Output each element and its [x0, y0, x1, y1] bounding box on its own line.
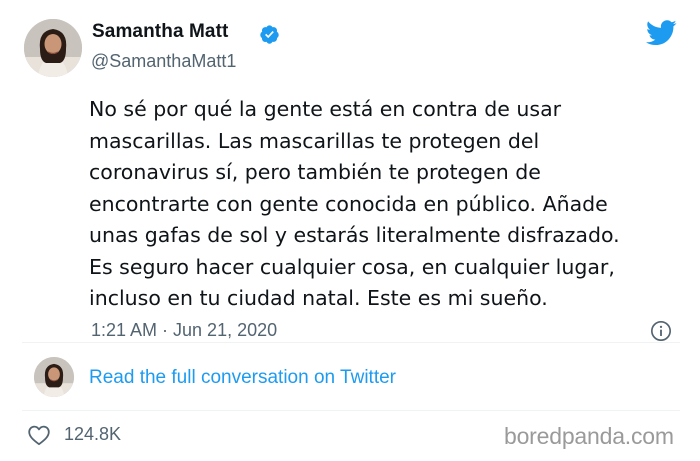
author-handle[interactable]: @SamanthaMatt1 [91, 51, 236, 72]
verified-badge-icon [260, 25, 279, 44]
author-avatar-small[interactable] [34, 357, 74, 397]
author-display-name[interactable]: Samantha Matt [92, 21, 228, 43]
like-count: 124.8K [64, 424, 122, 444]
tweet-text: No sé por qué la gente está en contra de… [89, 94, 700, 315]
tweet-line: unas gafas de sol y estarás literalmente… [89, 223, 620, 247]
read-conversation-link[interactable]: Read the full conversation on Twitter [89, 367, 396, 389]
watermark: boredpanda.com [504, 423, 674, 449]
tweet-line: coronavirus sí, pero también te protegen… [89, 160, 541, 184]
heart-icon[interactable] [27, 424, 51, 446]
tweet-line: incluso en tu ciudad natal. Este es mi s… [89, 286, 548, 310]
tweet-line: No sé por qué la gente está en contra de… [89, 97, 562, 121]
info-icon[interactable] [650, 320, 672, 342]
author-avatar[interactable] [24, 19, 82, 77]
avatar-photo [24, 19, 82, 77]
tweet-line: encontrarte con gente conocida en públic… [89, 191, 608, 216]
tweet-line: Es seguro hacer cualquier cosa, en cualq… [89, 254, 615, 279]
tweet-line: mascarillas. Las mascarillas te protegen… [89, 128, 540, 153]
divider [22, 342, 680, 343]
tweet-timestamp[interactable]: 1:21 AM · Jun 21, 2020 [91, 320, 277, 341]
avatar-photo [34, 357, 74, 397]
divider [22, 410, 680, 411]
twitter-bird-icon[interactable] [646, 20, 677, 46]
